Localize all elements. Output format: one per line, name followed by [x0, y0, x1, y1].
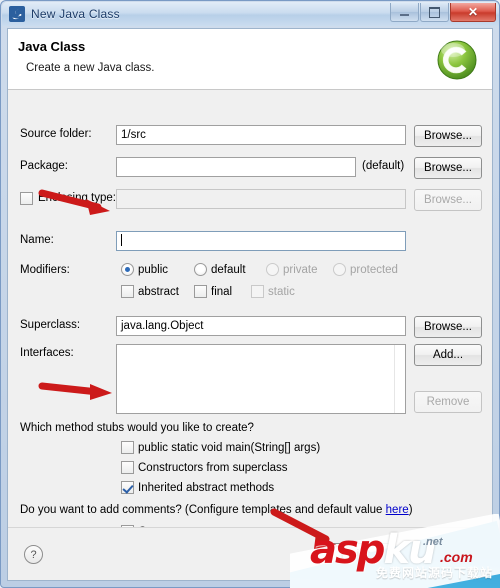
- java-class-icon: [9, 6, 25, 22]
- method-stubs-question: Which method stubs would you like to cre…: [20, 422, 254, 434]
- dialog-footer: ? Finish Cancel: [8, 527, 492, 580]
- interfaces-remove-button: Remove: [414, 391, 482, 413]
- modifiers-row: Modifiers: public default private protec…: [8, 261, 492, 307]
- interfaces-listbox[interactable]: [116, 344, 406, 414]
- modifier-radio-default[interactable]: [194, 263, 207, 276]
- superclass-row: Superclass: java.lang.Object Browse...: [8, 316, 492, 338]
- modifiers-label: Modifiers:: [20, 264, 70, 276]
- source-folder-row: Source folder: 1/src Browse...: [8, 125, 492, 147]
- comments-question-prefix: Do you want to add comments? (Configure …: [20, 504, 386, 516]
- finish-button[interactable]: Finish: [318, 543, 394, 566]
- modifier-label-private: private: [283, 264, 318, 276]
- constructors-from-superclass-checkbox[interactable]: [121, 461, 134, 474]
- modifier-radio-private: [266, 263, 279, 276]
- enclosing-type-browse-button: Browse...: [414, 189, 482, 211]
- inherited-abstract-methods-checkbox[interactable]: [121, 481, 134, 494]
- superclass-input[interactable]: java.lang.Object: [116, 316, 406, 336]
- dialog-window: New Java Class ✕ Java Class Create a new…: [0, 0, 500, 588]
- interfaces-label: Interfaces:: [20, 347, 74, 359]
- modifier-label-protected: protected: [350, 264, 398, 276]
- minimize-icon: [400, 13, 409, 16]
- main-method-label: public static void main(String[] args): [138, 442, 321, 454]
- constructors-from-superclass-label: Constructors from superclass: [138, 462, 288, 474]
- modifier-checkbox-static: [251, 285, 264, 298]
- cancel-button[interactable]: Cancel: [402, 543, 478, 566]
- title-bar: New Java Class ✕: [2, 2, 499, 26]
- method-stub-main-row: public static void main(String[] args): [8, 439, 492, 461]
- wizard-header: Java Class Create a new Java class.: [8, 29, 492, 90]
- enclosing-type-label: Enclosing type:: [38, 192, 116, 204]
- maximize-button[interactable]: [420, 3, 449, 22]
- comments-question: Do you want to add comments? (Configure …: [20, 504, 413, 516]
- interfaces-row: Interfaces: Add... Remove: [8, 344, 492, 416]
- modifier-label-static: static: [268, 286, 295, 298]
- method-stub-inherited-row: Inherited abstract methods: [8, 479, 492, 501]
- modifier-label-abstract: abstract: [138, 286, 179, 298]
- help-icon[interactable]: ?: [24, 545, 43, 564]
- package-label: Package:: [20, 160, 68, 172]
- enclosing-type-row: Enclosing type: Browse...: [8, 189, 492, 211]
- close-button[interactable]: ✕: [450, 3, 496, 22]
- green-c-wizard-icon: [435, 37, 480, 82]
- method-stub-constructors-row: Constructors from superclass: [8, 459, 492, 481]
- modifier-checkbox-final[interactable]: [194, 285, 207, 298]
- enclosing-type-input: [116, 189, 406, 209]
- package-row: Package: (default) Browse...: [8, 157, 492, 179]
- modifier-checkbox-abstract[interactable]: [121, 285, 134, 298]
- main-method-checkbox[interactable]: [121, 441, 134, 454]
- close-icon: ✕: [467, 5, 479, 19]
- comments-question-suffix: ): [408, 504, 413, 516]
- superclass-label: Superclass:: [20, 319, 81, 331]
- text-caret: [121, 234, 122, 246]
- package-default-suffix: (default): [362, 160, 405, 172]
- window-title: New Java Class: [31, 7, 120, 21]
- page-subtitle: Create a new Java class.: [26, 62, 155, 74]
- interfaces-add-button[interactable]: Add...: [414, 344, 482, 366]
- modifier-radio-protected: [333, 263, 346, 276]
- configure-templates-link[interactable]: here: [386, 504, 409, 516]
- dialog-body: Java Class Create a new Java class. Sour…: [7, 28, 493, 581]
- package-input[interactable]: [116, 157, 356, 177]
- modifier-label-public: public: [138, 264, 169, 276]
- window-controls: ✕: [390, 3, 496, 22]
- modifier-label-final: final: [211, 286, 233, 298]
- minimize-button[interactable]: [390, 3, 419, 22]
- enclosing-type-checkbox[interactable]: [20, 192, 33, 205]
- package-browse-button[interactable]: Browse...: [414, 157, 482, 179]
- source-folder-input[interactable]: 1/src: [116, 125, 406, 145]
- maximize-icon: [429, 6, 440, 18]
- screenshot-root: New Java Class ✕ Java Class Create a new…: [0, 0, 500, 588]
- interfaces-scrollbar[interactable]: [394, 345, 405, 413]
- source-folder-browse-button[interactable]: Browse...: [414, 125, 482, 147]
- name-row: Name:: [8, 231, 492, 253]
- source-folder-label: Source folder:: [20, 128, 92, 140]
- page-title: Java Class: [18, 39, 86, 54]
- name-input[interactable]: [116, 231, 406, 251]
- name-label: Name:: [20, 234, 54, 246]
- modifier-label-default: default: [211, 264, 246, 276]
- inherited-abstract-methods-label: Inherited abstract methods: [138, 482, 275, 494]
- form-content: Source folder: 1/src Browse... Package: …: [8, 91, 492, 538]
- superclass-browse-button[interactable]: Browse...: [414, 316, 482, 338]
- modifier-radio-public[interactable]: [121, 263, 134, 276]
